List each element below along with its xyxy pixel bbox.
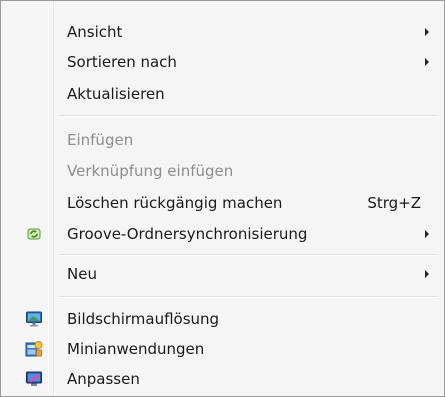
menu-item-bildschirmaufloesung[interactable]: Bildschirmauflösung <box>3 304 441 334</box>
menu-item-verknuepfung-einfuegen[interactable]: Verknüpfung einfügen <box>3 156 441 186</box>
submenu-arrow-icon <box>425 58 429 66</box>
menu-item-label: Anpassen <box>67 370 140 388</box>
menu-item-loeschen-rueckgaengig[interactable]: Löschen rückgängig machen Strg+Z <box>3 188 441 218</box>
submenu-arrow-icon <box>425 28 429 36</box>
menu-item-neu[interactable]: Neu <box>3 259 441 289</box>
menu-separator <box>59 296 438 298</box>
menu-item-label: Sortieren nach <box>67 53 177 71</box>
menu-item-label: Aktualisieren <box>67 85 165 103</box>
menu-item-sortieren-nach[interactable]: Sortieren nach <box>3 47 441 77</box>
menu-item-anpassen[interactable]: Anpassen <box>3 364 441 394</box>
menu-item-groove-sync[interactable]: Groove-Ordnersynchronisierung <box>3 219 441 249</box>
monitor-icon <box>25 310 43 328</box>
personalize-icon <box>25 370 43 388</box>
menu-item-label: Minianwendungen <box>67 340 205 358</box>
menu-separator <box>59 254 438 256</box>
menu-item-label: Bildschirmauflösung <box>67 310 220 328</box>
gadgets-icon <box>25 340 43 358</box>
menu-item-aktualisieren[interactable]: Aktualisieren <box>3 79 441 109</box>
menu-item-label: Löschen rückgängig machen <box>67 194 283 212</box>
menu-item-label: Neu <box>67 265 97 283</box>
menu-item-ansicht[interactable]: Ansicht <box>3 17 441 47</box>
menu-separator <box>59 115 438 117</box>
menu-item-label: Einfügen <box>67 131 134 149</box>
menu-item-shortcut: Strg+Z <box>367 194 421 212</box>
menu-item-einfuegen[interactable]: Einfügen <box>3 125 441 155</box>
menu-item-label: Verknüpfung einfügen <box>67 162 234 180</box>
menu-item-minianwendungen[interactable]: Minianwendungen <box>3 334 441 364</box>
menu-item-label: Ansicht <box>67 23 123 41</box>
submenu-arrow-icon <box>425 230 429 238</box>
desktop-context-menu: Ansicht Sortieren nach Aktualisieren Ein… <box>0 0 445 397</box>
submenu-arrow-icon <box>425 270 429 278</box>
menu-item-label: Groove-Ordnersynchronisierung <box>67 225 308 243</box>
groove-sync-icon <box>25 225 43 243</box>
